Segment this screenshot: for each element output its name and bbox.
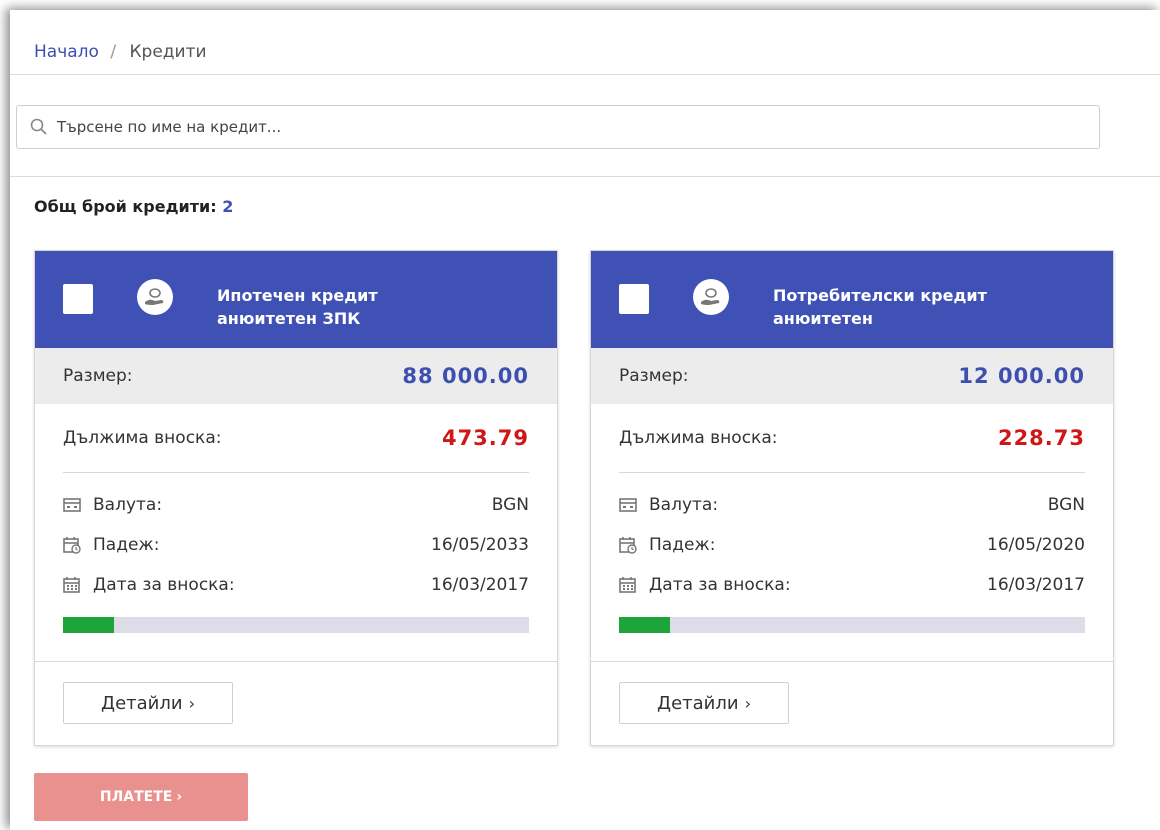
calendar-icon: [63, 577, 80, 593]
loan-size-row: Размер: 88 000.00: [35, 348, 557, 404]
breadcrumb-separator: /: [110, 42, 117, 62]
card-header: Ипотечен кредит анюитетен ЗПК: [35, 251, 557, 348]
wallet-icon: [63, 498, 81, 512]
chevron-right-icon: ›: [176, 789, 183, 805]
payment-date-value: 16/03/2017: [431, 575, 529, 595]
calendar-icon: [619, 577, 636, 593]
card-footer: Детайли ›: [35, 661, 557, 746]
breadcrumb: Начало / Кредити: [34, 42, 207, 62]
payment-date-value: 16/03/2017: [987, 575, 1085, 595]
payment-date-row: Дата за вноска: 16/03/2017: [619, 565, 1085, 605]
wallet-icon: [619, 498, 637, 512]
details-button[interactable]: Детайли ›: [63, 682, 233, 724]
card-title-line1: Ипотечен кредит: [217, 286, 378, 305]
currency-label: Валута:: [93, 495, 163, 515]
breadcrumb-current: Кредити: [129, 42, 207, 62]
search-box[interactable]: [16, 105, 1100, 149]
due-installment-value: 228.73: [997, 426, 1085, 450]
credit-card-mortgage: Ипотечен кредит анюитетен ЗПК Размер: 88…: [34, 250, 558, 746]
loan-size-row: Размер: 12 000.00: [591, 348, 1113, 404]
card-title-line2: анюитетен ЗПК: [217, 309, 361, 328]
repayment-progress-bar: [619, 617, 1085, 633]
maturity-value: 16/05/2020: [987, 535, 1085, 555]
page-frame: Начало / Кредити Общ брой кредити: 2 Ипо…: [10, 10, 1160, 830]
loan-size-value: 88 000.00: [402, 364, 529, 388]
pay-button-label: ПЛАТЕТЕ: [99, 789, 173, 805]
details-button[interactable]: Детайли ›: [619, 682, 789, 724]
payment-date-row: Дата за вноска: 16/03/2017: [63, 565, 529, 605]
maturity-value: 16/05/2033: [431, 535, 529, 555]
card-title-line2: анюитетен: [773, 309, 873, 328]
divider: [10, 176, 1160, 177]
payment-date-label: Дата за вноска:: [649, 575, 791, 595]
card-footer: Детайли ›: [591, 661, 1113, 746]
divider: [10, 74, 1160, 75]
maturity-row: Падеж: 16/05/2033: [63, 525, 529, 565]
calendar-clock-icon: [619, 537, 637, 554]
currency-label: Валута:: [649, 495, 719, 515]
total-credits: Общ брой кредити: 2: [34, 197, 233, 216]
due-installment-label: Дължима вноска:: [619, 428, 778, 448]
search-icon: [30, 118, 47, 135]
repayment-progress-fill: [63, 617, 115, 633]
due-installment-row: Дължима вноска: 228.73: [619, 404, 1085, 473]
hand-coin-icon: [693, 279, 729, 315]
due-installment-label: Дължима вноска:: [63, 428, 222, 448]
pay-button[interactable]: ПЛАТЕТЕ ›: [34, 773, 248, 821]
loan-size-label: Размер:: [619, 366, 689, 386]
due-installment-row: Дължима вноска: 473.79: [63, 404, 529, 473]
repayment-progress-fill: [619, 617, 671, 633]
chevron-right-icon: ›: [188, 693, 195, 713]
payment-date-label: Дата за вноска:: [93, 575, 235, 595]
currency-value: BGN: [1047, 495, 1085, 515]
credit-card-consumer: Потребителски кредит анюитетен Размер: 1…: [590, 250, 1114, 746]
total-credits-count: 2: [222, 197, 234, 216]
hand-coin-icon: [137, 279, 173, 315]
card-select-checkbox[interactable]: [619, 284, 649, 314]
currency-value: BGN: [491, 495, 529, 515]
card-select-checkbox[interactable]: [63, 284, 93, 314]
details-button-label: Детайли: [657, 692, 739, 714]
breadcrumb-home-link[interactable]: Начало: [34, 42, 99, 62]
card-title[interactable]: Потребителски кредит анюитетен: [773, 284, 1093, 330]
maturity-label: Падеж:: [93, 535, 160, 555]
calendar-clock-icon: [63, 537, 81, 554]
total-credits-label: Общ брой кредити:: [34, 197, 217, 216]
maturity-row: Падеж: 16/05/2020: [619, 525, 1085, 565]
currency-row: Валута: BGN: [619, 485, 1085, 525]
card-title-line1: Потребителски кредит: [773, 286, 987, 305]
card-header: Потребителски кредит анюитетен: [591, 251, 1113, 348]
repayment-progress-bar: [63, 617, 529, 633]
card-title[interactable]: Ипотечен кредит анюитетен ЗПК: [217, 284, 537, 330]
search-input[interactable]: [55, 117, 1059, 137]
chevron-right-icon: ›: [744, 693, 751, 713]
details-button-label: Детайли: [101, 692, 183, 714]
currency-row: Валута: BGN: [63, 485, 529, 525]
loan-size-value: 12 000.00: [958, 364, 1085, 388]
maturity-label: Падеж:: [649, 535, 716, 555]
due-installment-value: 473.79: [441, 426, 529, 450]
loan-size-label: Размер:: [63, 366, 133, 386]
